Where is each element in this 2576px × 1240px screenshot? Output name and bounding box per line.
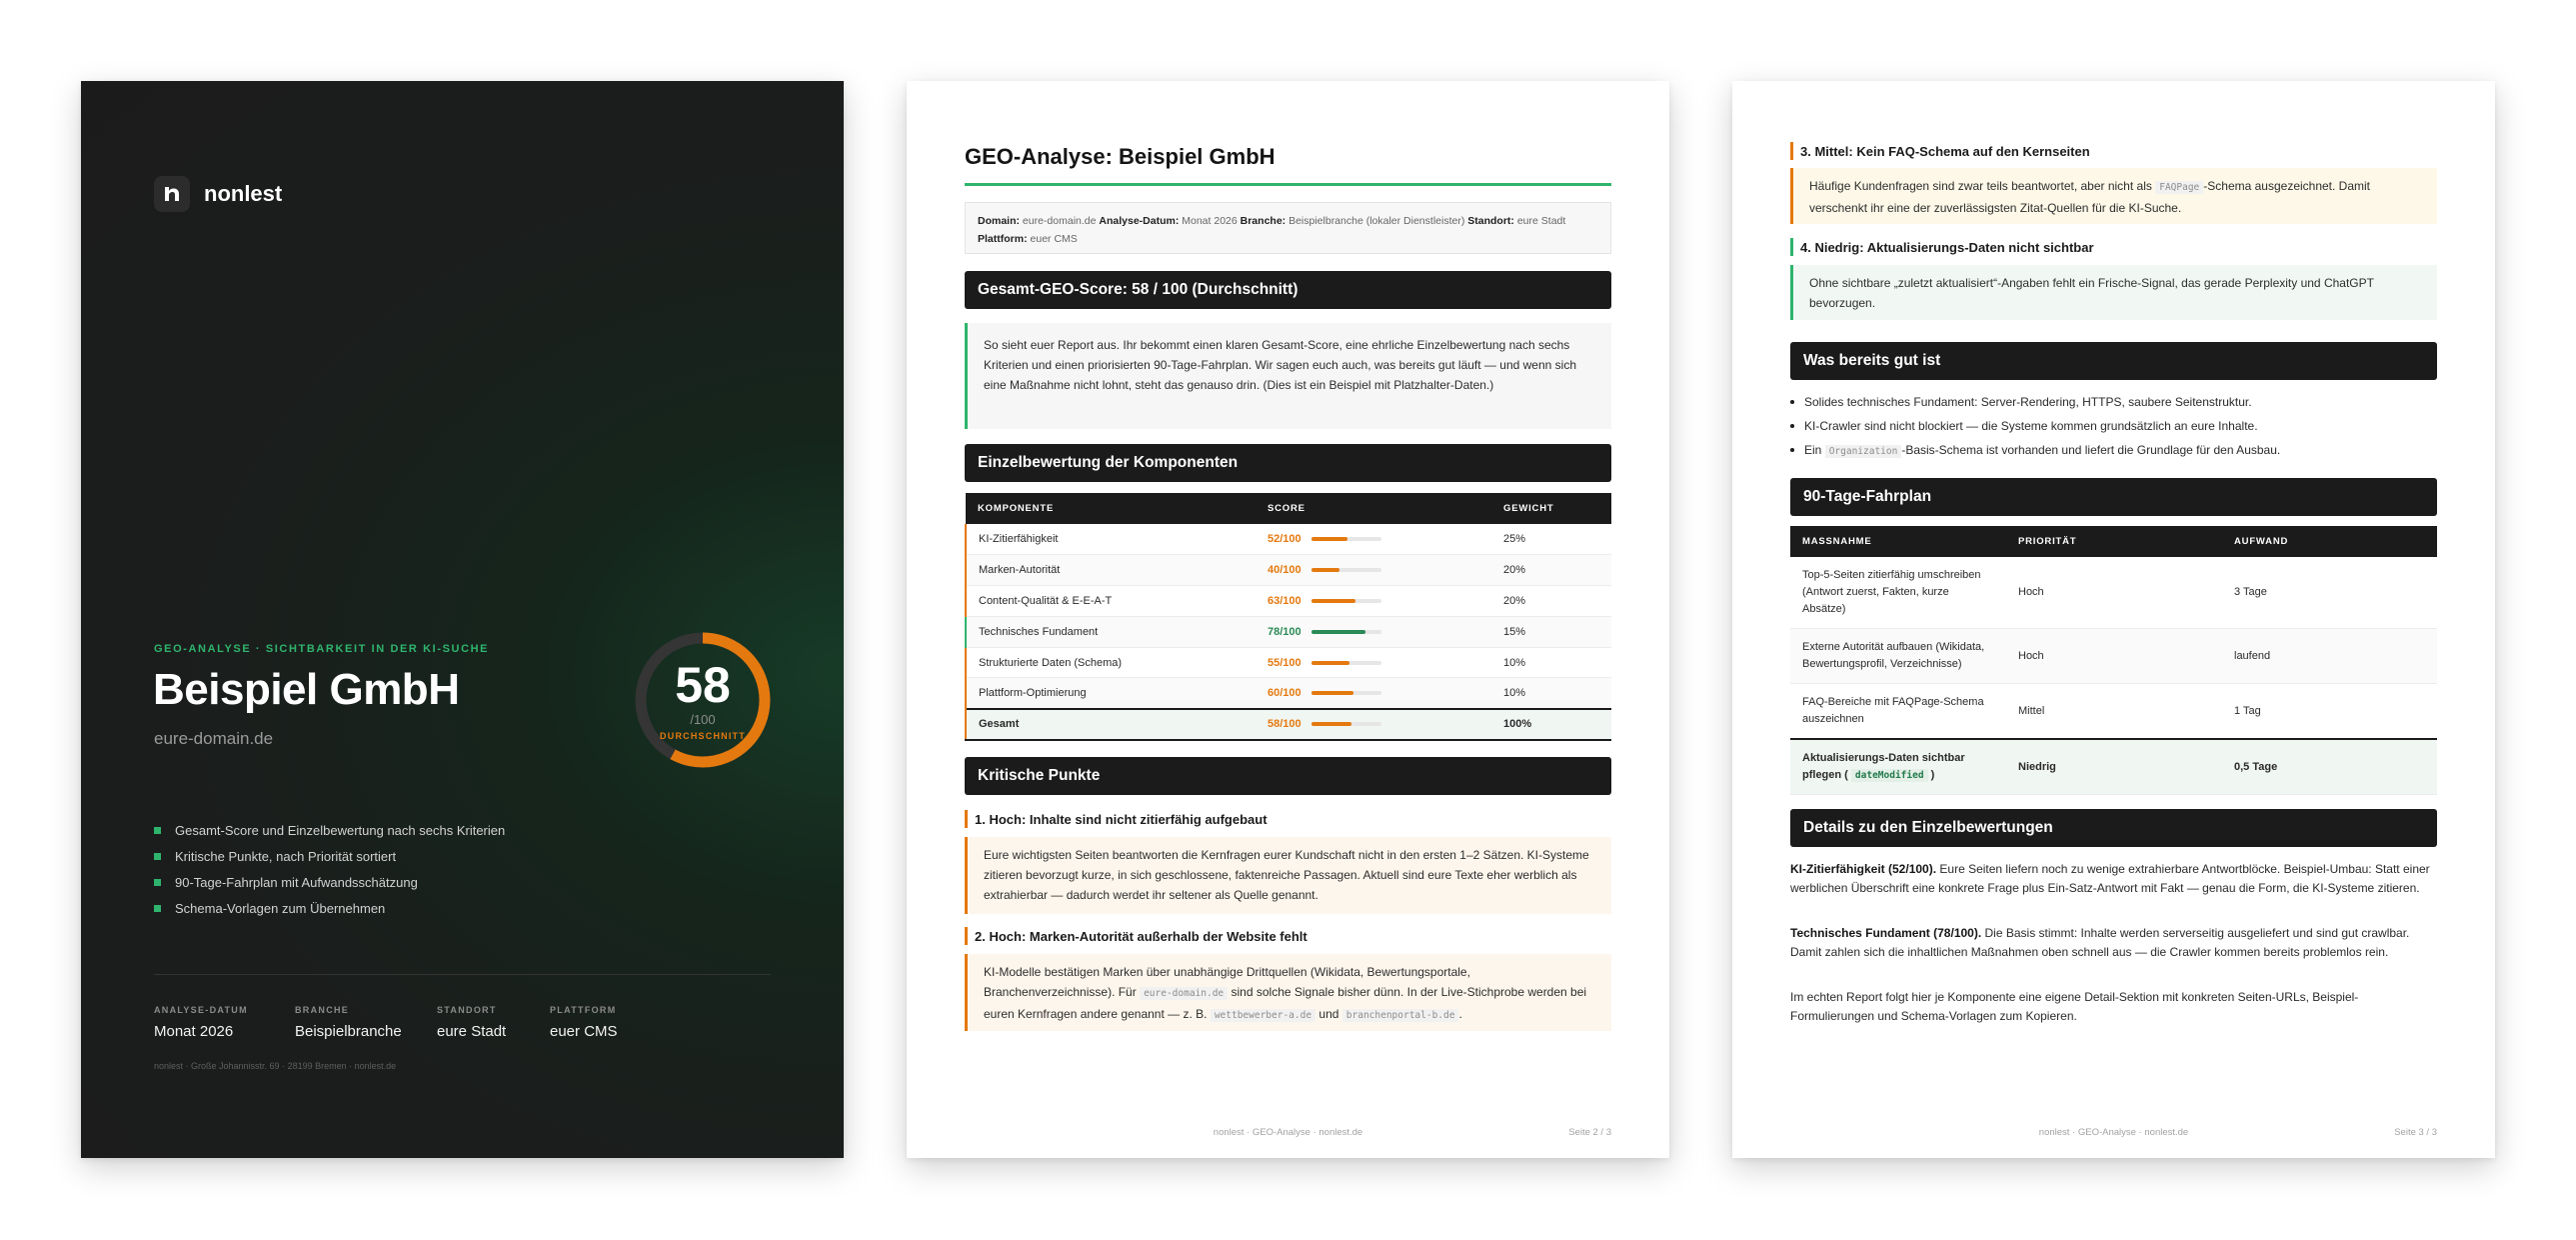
cover-domain: eure-domain.de <box>154 729 274 748</box>
good-list: Solides technisches Fundament: Server-Re… <box>1790 390 2437 462</box>
list-item: Ein Organization -Basis-Schema ist vorhan… <box>1790 438 2437 462</box>
table-row-highlight: Aktualisierungs-Daten sichtbar pflegen (… <box>1790 738 2437 795</box>
meta-location: STANDORT eure Stadt <box>437 1005 507 1040</box>
list-item: Solides technisches Fundament: Server-Re… <box>1790 390 2437 414</box>
score-number: 58 <box>675 656 731 713</box>
score-label: DURCHSCHNITT <box>660 730 746 741</box>
organization-code: Organization <box>1824 445 1902 458</box>
col-header-effort: AUFWAND <box>2234 536 2289 547</box>
cover-footer: nonlest · Große Johannisstr. 69 · 28199 … <box>154 1061 397 1071</box>
title-underline <box>965 183 1611 186</box>
cover-bullet: Kritische Punkte, nach Priorität sortier… <box>154 843 505 869</box>
cover-bullet: 90-Tage-Fahrplan mit Aufwandsschätzung <box>154 869 505 895</box>
cover-page: nonlest GEO-ANALYSE · SICHTBARKEIT IN DE… <box>81 81 844 1158</box>
score-bar-fill <box>1310 660 1350 665</box>
table-row-total: Gesamt 58/100 100% <box>965 707 1611 741</box>
critical-point-2-title: 2. Hoch: Marken-Autorität außerhalb der … <box>965 927 1307 945</box>
square-bullet-icon <box>154 852 161 860</box>
table-row: Plattform-Optimierung 60/100 10% <box>965 677 1611 710</box>
intro-note: So sieht euer Report aus. Ihr bekommt ei… <box>965 323 1611 429</box>
logo-mark-icon <box>154 176 190 212</box>
cover-divider <box>154 974 771 975</box>
col-header-score: SCORE <box>1268 503 1305 514</box>
competitor-code: wettbewerber-a.de <box>1210 1009 1316 1022</box>
table-row: KI-Zitierfähigkeit 52/100 25% <box>965 524 1611 556</box>
brand-name: nonlest <box>204 181 283 206</box>
cover-bullet: Gesamt-Score und Einzelbewertung nach se… <box>154 817 505 843</box>
table-row: FAQ-Bereiche mit FAQPage-Schema auszeich… <box>1790 683 2437 740</box>
list-item: KI-Crawler sind nicht blockiert — die Sy… <box>1790 414 2437 438</box>
table-row: Strukturierte Daten (Schema) 55/100 10% <box>965 647 1611 679</box>
components-table: KOMPONENTE SCORE GEWICHT KI-Zitierfähigk… <box>965 493 1611 741</box>
components-header: Einzelbewertung der Komponenten <box>965 444 1611 482</box>
meta-info-box: Domain: eure-domain.de Analyse-Datum: Mo… <box>965 202 1611 254</box>
cover-title: Beispiel GmbH <box>153 665 460 714</box>
score-bar-fill <box>1310 722 1352 727</box>
square-bullet-icon <box>154 904 161 912</box>
col-header-priority: PRIORITÄT <box>2018 536 2077 547</box>
cover-bullet: Schema-Vorlagen zum Übernehmen <box>154 895 505 921</box>
domain-code: eure-domain.de <box>1140 987 1229 1000</box>
critical-point-1-text: Eure wichtigsten Seiten beantworten die … <box>965 837 1611 914</box>
table-row: Marken-Autorität 40/100 20% <box>965 554 1611 587</box>
critical-header: Kritische Punkte <box>965 757 1611 795</box>
critical-point-3-title: 3. Mittel: Kein FAQ-Schema auf den Kerns… <box>1790 142 2090 160</box>
meta-platform: PLATTFORM euer CMS <box>550 1005 618 1040</box>
meta-branch: BRANCHE Beispielbranche <box>295 1005 402 1040</box>
square-bullet-icon <box>154 826 161 834</box>
col-header-component: KOMPONENTE <box>978 503 1055 514</box>
critical-point-4-text: Ohne sichtbare „zuletzt aktualisiert“-An… <box>1790 265 2437 320</box>
table-row: Externe Autorität aufbauen (Wikidata, Be… <box>1790 628 2437 684</box>
score-bar-fill <box>1310 568 1339 573</box>
critical-point-1-title: 1. Hoch: Inhalte sind nicht zitierfähig … <box>965 810 1268 828</box>
report-page-3: 3. Mittel: Kein FAQ-Schema auf den Kerns… <box>1732 81 2495 1158</box>
bullet-icon <box>1790 400 1794 404</box>
square-bullet-icon <box>154 878 161 886</box>
table-row: Content-Qualität & E-E-A-T 63/100 20% <box>965 585 1611 617</box>
detail-paragraph-2: Technisches Fundament (78/100). Die Basi… <box>1790 926 2410 959</box>
faq-code: FAQPage <box>2155 181 2204 194</box>
details-header: Details zu den Einzelbewertungen <box>1790 809 2437 847</box>
score-bar-fill <box>1310 629 1366 634</box>
score-ring: 58 /100 DURCHSCHNITT <box>628 625 778 775</box>
meta-date: ANALYSE-DATUM Monat 2026 <box>154 1005 248 1040</box>
plan-header: 90-Tage-Fahrplan <box>1790 478 2437 516</box>
detail-paragraph-3: Im echten Report folgt hier je Komponent… <box>1790 990 2359 1023</box>
page-number: Seite 2 / 3 <box>1568 1127 1611 1138</box>
critical-point-3-text: Häufige Kundenfragen sind zwar teils bea… <box>1790 168 2437 224</box>
score-max: /100 <box>690 711 716 727</box>
datemodified-code: dateModified <box>1850 769 1928 782</box>
score-bar-fill <box>1310 598 1355 603</box>
score-bar-fill <box>1310 691 1353 696</box>
bullet-icon <box>1790 448 1794 452</box>
col-header-weight: GEWICHT <box>1503 503 1554 514</box>
table-row: Technisches Fundament 78/100 15% <box>965 616 1611 648</box>
page-title: GEO-Analyse: Beispiel GmbH <box>965 144 1276 169</box>
col-header-action: MASSNAHME <box>1802 536 1872 547</box>
report-page-2: GEO-Analyse: Beispiel GmbH Domain: eure-… <box>907 81 1669 1158</box>
brand-logo: nonlest <box>154 176 282 212</box>
cover-eyebrow: GEO-ANALYSE · SICHTBARKEIT IN DER KI-SUC… <box>154 643 490 655</box>
portal-code: branchenportal-b.de <box>1341 1009 1459 1022</box>
score-bar-fill <box>1310 537 1348 542</box>
cover-bullet-list: Gesamt-Score und Einzelbewertung nach se… <box>154 817 505 921</box>
detail-paragraph-1: KI-Zitierfähigkeit (52/100). Eure Seiten… <box>1790 862 2430 895</box>
bullet-icon <box>1790 424 1794 428</box>
table-row: Top-5-Seiten zitierfähig umschreiben (An… <box>1790 557 2437 629</box>
plan-table: MASSNAHME PRIORITÄT AUFWAND Top-5-Seiten… <box>1790 526 2437 795</box>
score-header: Gesamt-GEO-Score: 58 / 100 (Durchschnitt… <box>965 271 1611 309</box>
page-number: Seite 3 / 3 <box>2394 1127 2437 1138</box>
critical-point-4-title: 4. Niedrig: Aktualisierungs-Daten nicht … <box>1790 238 2094 256</box>
good-header: Was bereits gut ist <box>1790 342 2437 380</box>
critical-point-2-text: KI-Modelle bestätigen Marken über unabhä… <box>965 954 1611 1031</box>
